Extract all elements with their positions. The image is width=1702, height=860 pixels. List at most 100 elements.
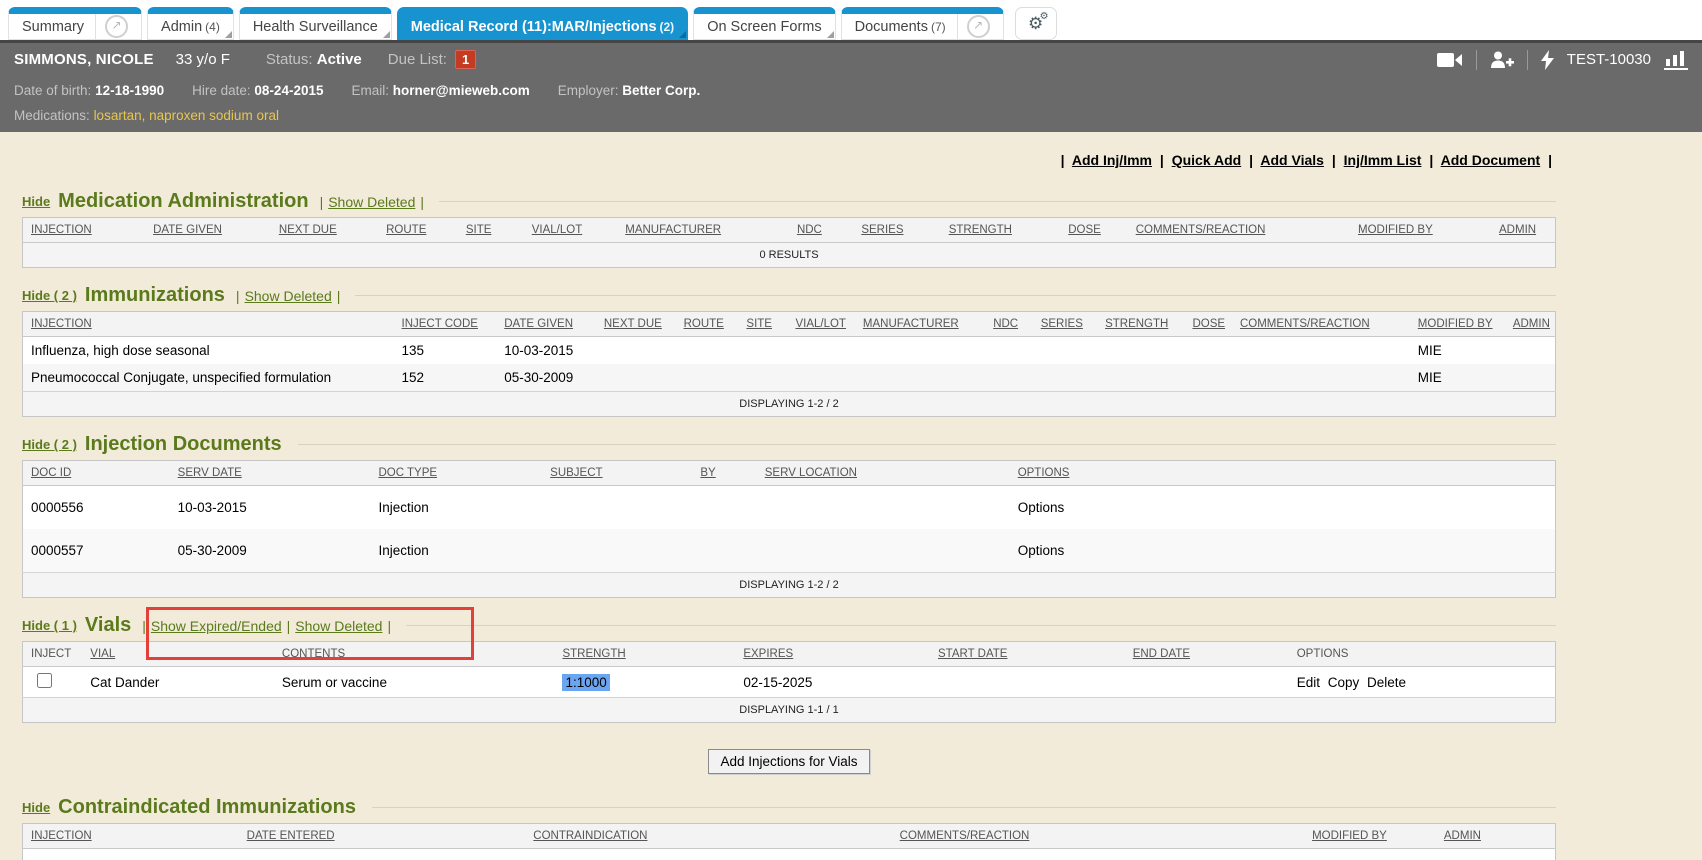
col-date-entered[interactable]: DATE ENTERED [239, 824, 526, 849]
col-ndc[interactable]: NDC [789, 218, 853, 243]
col-comments-reaction[interactable]: COMMENTS/REACTION [1128, 218, 1350, 243]
col-manufacturer[interactable]: MANUFACTURER [617, 218, 789, 243]
tab-summary[interactable]: Summary ↗ [8, 7, 142, 40]
col-route[interactable]: ROUTE [676, 312, 739, 337]
add-document-link[interactable]: Add Document [1441, 152, 1541, 168]
quick-add-link[interactable]: Quick Add [1172, 152, 1242, 168]
section-contraindicated-immunizations: Hide Contraindicated Immunizations INJEC… [22, 796, 1556, 860]
col-admin[interactable]: ADMIN [1491, 218, 1555, 243]
col-vial-lot[interactable]: VIAL/LOT [787, 312, 854, 337]
section-divider-line [372, 807, 1556, 808]
video-camera-icon[interactable] [1437, 52, 1463, 68]
vials-show-deleted-link[interactable]: Show Deleted [295, 618, 382, 634]
col-strength[interactable]: STRENGTH [1097, 312, 1184, 337]
patient-name: SIMMONS, NICOLE [14, 51, 154, 68]
col-contents[interactable]: CONTENTS [274, 642, 555, 667]
col-start-date[interactable]: START DATE [930, 642, 1125, 667]
cell-doc-id[interactable]: 0000557 [23, 529, 170, 573]
immunizations-hide-link[interactable]: Hide ( 2 ) [22, 288, 77, 303]
col-expires[interactable]: EXPIRES [735, 642, 930, 667]
med-admin-hide-link[interactable]: Hide [22, 194, 50, 209]
separator: | [1249, 152, 1253, 168]
tab-health-surveillance[interactable]: Health Surveillance [239, 7, 392, 40]
col-subject[interactable]: SUBJECT [542, 461, 692, 486]
col-dose[interactable]: DOSE [1184, 312, 1232, 337]
vial-delete-link[interactable]: Delete [1367, 675, 1406, 690]
col-serv-date[interactable]: SERV DATE [170, 461, 371, 486]
col-dose[interactable]: DOSE [1060, 218, 1127, 243]
bar-chart-icon[interactable] [1664, 50, 1688, 70]
contraindicated-hide-link[interactable]: Hide [22, 800, 50, 815]
col-strength[interactable]: STRENGTH [554, 642, 735, 667]
col-manufacturer[interactable]: MANUFACTURER [855, 312, 985, 337]
lightning-bolt-icon[interactable] [1541, 50, 1554, 70]
cell-options-menu[interactable]: Options [1010, 529, 1556, 573]
cell-options-menu[interactable]: Options [1010, 486, 1556, 530]
med-admin-show-deleted-link[interactable]: Show Deleted [328, 194, 415, 210]
vial-edit-link[interactable]: Edit [1297, 675, 1320, 690]
col-admin[interactable]: ADMIN [1505, 312, 1556, 337]
col-series[interactable]: SERIES [1033, 312, 1097, 337]
col-series[interactable]: SERIES [853, 218, 940, 243]
col-injection[interactable]: INJECTION [23, 824, 239, 849]
due-list-badge[interactable]: 1 [455, 50, 476, 69]
injection-documents-hide-link[interactable]: Hide ( 2 ) [22, 437, 77, 452]
immunizations-show-deleted-link[interactable]: Show Deleted [245, 288, 332, 304]
tab-documents[interactable]: Documents (7) ↗ [841, 7, 1004, 40]
settings-button[interactable]: ⚙ ⚙ [1015, 7, 1057, 40]
col-inject-code[interactable]: INJECT CODE [394, 312, 497, 337]
col-by[interactable]: BY [692, 461, 756, 486]
vial-inject-checkbox[interactable] [37, 673, 52, 688]
add-vials-link[interactable]: Add Vials [1260, 152, 1324, 168]
medication-link-naproxen[interactable]: naproxen sodium oral [149, 108, 279, 123]
col-site[interactable]: SITE [458, 218, 524, 243]
col-modified-by[interactable]: MODIFIED BY [1410, 312, 1505, 337]
tab-medical-record[interactable]: Medical Record (11):MAR/Injections (2) [397, 7, 688, 40]
col-serv-location[interactable]: SERV LOCATION [757, 461, 1010, 486]
col-vial[interactable]: VIAL [82, 642, 274, 667]
col-ndc[interactable]: NDC [985, 312, 1033, 337]
medication-link-losartan[interactable]: losartan [94, 108, 142, 123]
col-admin[interactable]: ADMIN [1436, 824, 1556, 849]
inj-imm-list-link[interactable]: Inj/Imm List [1344, 152, 1422, 168]
cell-date-given: 10-03-2015 [496, 337, 596, 365]
col-options[interactable]: OPTIONS [1010, 461, 1556, 486]
col-modified-by[interactable]: MODIFIED BY [1304, 824, 1436, 849]
col-route[interactable]: ROUTE [378, 218, 458, 243]
summary-open-button[interactable]: ↗ [95, 14, 128, 39]
patient-banner-row3: Medications: losartan, naproxen sodium o… [0, 102, 1702, 126]
tab-admin[interactable]: Admin (4) [147, 7, 234, 40]
separator: | [1548, 152, 1552, 168]
col-comments-reaction[interactable]: COMMENTS/REACTION [892, 824, 1304, 849]
arrow-up-right-circle-icon: ↗ [105, 15, 128, 38]
add-person-icon[interactable] [1490, 51, 1514, 69]
col-injection[interactable]: INJECTION [23, 312, 394, 337]
documents-open-button[interactable]: ↗ [957, 14, 990, 39]
col-next-due[interactable]: NEXT DUE [271, 218, 378, 243]
tab-summary-label: Summary [22, 19, 84, 35]
add-inj-imm-link[interactable]: Add Inj/Imm [1072, 152, 1152, 168]
vials-heading: Hide ( 1 ) Vials | Show Expired/Ended | … [22, 614, 1556, 637]
col-vial-lot[interactable]: VIAL/LOT [524, 218, 618, 243]
vials-show-expired-link[interactable]: Show Expired/Ended [151, 618, 282, 634]
col-date-given[interactable]: DATE GIVEN [496, 312, 596, 337]
col-site[interactable]: SITE [738, 312, 787, 337]
col-doc-id[interactable]: DOC ID [23, 461, 170, 486]
add-injections-for-vials-button[interactable]: Add Injections for Vials [708, 749, 869, 774]
col-strength[interactable]: STRENGTH [941, 218, 1061, 243]
cell-doc-id[interactable]: 0000556 [23, 486, 170, 530]
vials-hide-link[interactable]: Hide ( 1 ) [22, 618, 77, 633]
col-end-date[interactable]: END DATE [1125, 642, 1289, 667]
col-next-due[interactable]: NEXT DUE [596, 312, 676, 337]
vial-copy-link[interactable]: Copy [1328, 675, 1360, 690]
col-doc-type[interactable]: DOC TYPE [370, 461, 542, 486]
section-injection-documents: Hide ( 2 ) Injection Documents DOC ID SE… [22, 433, 1556, 598]
tab-on-screen-forms[interactable]: On Screen Forms [693, 7, 835, 40]
col-modified-by[interactable]: MODIFIED BY [1350, 218, 1491, 243]
col-injection[interactable]: INJECTION [23, 218, 146, 243]
status-value: Active [317, 51, 362, 68]
col-comments-reaction[interactable]: COMMENTS/REACTION [1232, 312, 1410, 337]
col-date-given[interactable]: DATE GIVEN [145, 218, 271, 243]
injection-documents-heading: Hide ( 2 ) Injection Documents [22, 433, 1556, 456]
col-contraindication[interactable]: CONTRAINDICATION [525, 824, 891, 849]
